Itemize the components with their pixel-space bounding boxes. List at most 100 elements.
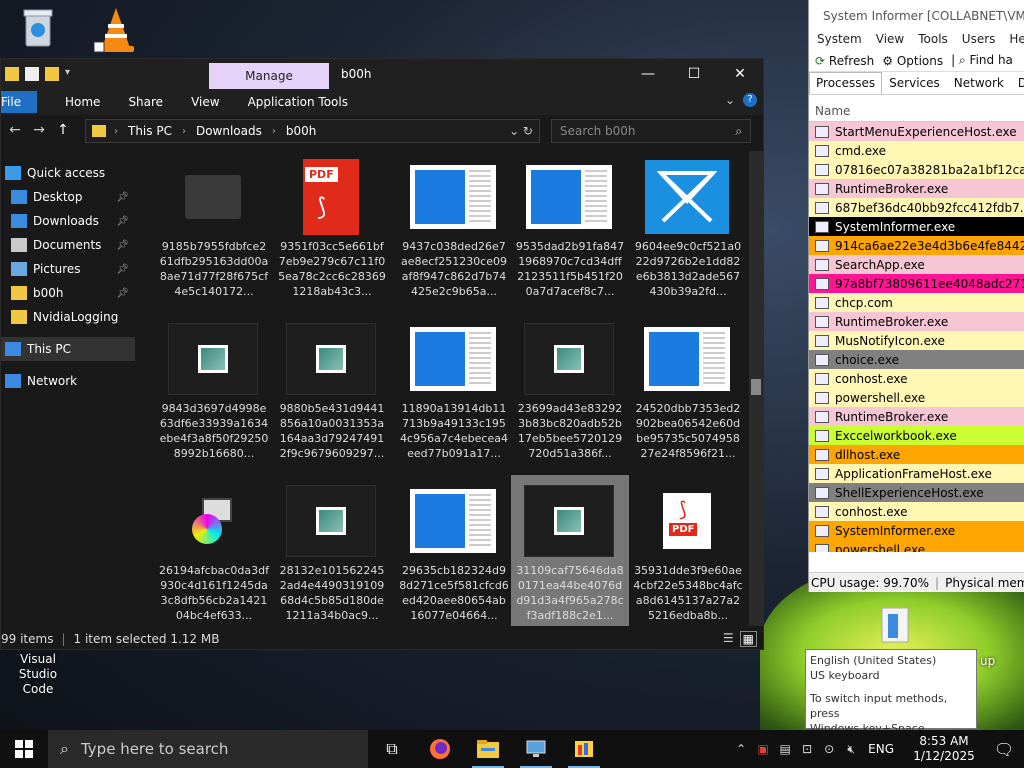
new-folder-icon[interactable] (45, 67, 59, 81)
file-item[interactable]: 28132e1015622452ad4e4490319109 68d4c5b85… (273, 475, 391, 626)
chevron-down-icon[interactable]: ▾ (65, 67, 79, 81)
visual-studio-code-shortcut[interactable]: Visual Studio Code (4, 652, 72, 697)
sidebar-item-downloads[interactable]: Downloads 📌︎ (1, 209, 135, 233)
minimize-button[interactable]: — (625, 59, 671, 89)
maximize-button[interactable]: ☐ (671, 59, 717, 89)
sidebar-item-nvidialogging[interactable]: NvidiaLogging (1, 305, 135, 329)
process-row[interactable]: SearchApp.exe (809, 255, 1024, 274)
menu-tools[interactable]: Tools (918, 32, 948, 50)
tab-services[interactable]: Services (882, 72, 947, 94)
refresh-button[interactable]: ⟳ Refresh (815, 54, 874, 68)
tab-share[interactable]: Share (128, 95, 163, 109)
vertical-scrollbar[interactable] (749, 151, 763, 626)
column-header-name[interactable]: Name (809, 94, 1024, 122)
clipboard-icon[interactable]: ▤ (774, 742, 796, 756)
sidebar-item-network[interactable]: Network (1, 369, 135, 393)
sidebar-item-documents[interactable]: Documents 📌︎ (1, 233, 135, 257)
start-button[interactable] (0, 730, 48, 768)
chevron-up-icon[interactable]: ⌃ (730, 742, 752, 756)
breadcrumb-downloads[interactable]: Downloads (196, 124, 262, 138)
back-arrow-icon[interactable]: ← (3, 122, 27, 138)
file-item[interactable]: 23699ad43e832923b83bc820adb52b17eb5bee57… (511, 313, 629, 471)
file-item[interactable]: 9880b5e431d9441856a10a0031353a164aa3d792… (273, 313, 391, 471)
file-item[interactable]: 31109caf75646da80171ea44be4076dd91d3a4f9… (511, 475, 629, 626)
tab-application-tools[interactable]: Application Tools (248, 95, 348, 109)
file-item[interactable]: 24520dbb7353ed2902bea06542e60dbe95735c50… (629, 313, 747, 471)
tab-view[interactable]: View (191, 95, 219, 109)
taskbar-network-app[interactable] (512, 730, 560, 768)
large-icons-view-icon[interactable]: ▦ (739, 631, 757, 647)
options-button[interactable]: ⚙ Options (882, 54, 943, 68)
properties-icon[interactable] (5, 67, 19, 81)
system-informer-titlebar[interactable]: System Informer [COLLABNET\VM3 (809, 0, 1024, 32)
file-item[interactable]: 26194afcbac0da3df930c4d161f1245da3c8dfb5… (155, 475, 273, 626)
vlc-shortcut-icon[interactable] (92, 6, 140, 56)
search-icon[interactable]: ⌕ (735, 124, 742, 139)
breadcrumb-b00h[interactable]: b00h (286, 124, 317, 138)
find-handles-button[interactable]: | ⌕ Find ha (951, 53, 1013, 68)
process-row[interactable]: 687bef36dc40bb92fcc412fdb7... (809, 198, 1024, 217)
file-item[interactable]: PDF ⟆ 9351f03cc5e661bf7eb9e279c67c11f05ea7… (273, 151, 391, 309)
process-row[interactable]: RuntimeBroker.exe (809, 407, 1024, 426)
sidebar-item-desktop[interactable]: Desktop 📌︎ (1, 185, 135, 209)
process-row[interactable]: SystemInformer.exe (809, 217, 1024, 236)
refresh-icon[interactable]: ⌄ ↻ (509, 124, 533, 138)
search-box[interactable]: Search b00h ⌕ (551, 119, 751, 143)
details-view-icon[interactable]: ☰ (723, 631, 734, 647)
address-bar[interactable]: › This PC › Downloads › b00h ⌄ ↻ (85, 119, 540, 143)
security-warning-icon[interactable]: ▣ (752, 742, 774, 756)
process-row[interactable]: conhost.exe (809, 502, 1024, 521)
sidebar-item-pictures[interactable]: Pictures 📌︎ (1, 257, 135, 281)
close-button[interactable]: ✕ (717, 59, 763, 89)
menu-help[interactable]: Help (1009, 32, 1024, 50)
process-row[interactable]: powershell.exe (809, 388, 1024, 407)
process-row[interactable]: 914ca6ae22e3e4d3b6e4fe8442... (809, 236, 1024, 255)
process-row[interactable]: ApplicationFrameHost.exe (809, 464, 1024, 483)
language-indicator[interactable]: ENG (868, 742, 894, 756)
menu-users[interactable]: Users (962, 32, 996, 50)
process-row[interactable]: StartMenuExperienceHost.exe (809, 122, 1024, 141)
sidebar-item-b00h[interactable]: b00h 📌︎ (1, 281, 135, 305)
taskbar-file-explorer[interactable] (464, 730, 512, 768)
file-item[interactable]: 9437c038ded26e7ae8ecf251230ce09af8f947c8… (395, 151, 513, 309)
search-input[interactable]: Search b00h (560, 124, 636, 138)
sidebar-item-this-pc[interactable]: This PC (1, 337, 135, 361)
process-row[interactable]: ShellExperienceHost.exe (809, 483, 1024, 502)
notifications-icon[interactable]: 🗨︎ (984, 740, 1024, 759)
file-item[interactable]: 9535dad2b91fa8471968970c7cd34dff2123511f… (511, 151, 629, 309)
tab-disk[interactable]: Disk (1011, 72, 1024, 94)
file-item[interactable]: 9604ee9c0cf521a022d9726b2e1dd82e6b3813d2… (629, 151, 747, 309)
breadcrumb-this-pc[interactable]: This PC (128, 124, 172, 138)
tab-processes[interactable]: Processes (809, 72, 883, 94)
process-row[interactable]: cmd.exe (809, 141, 1024, 160)
taskbar-search-input[interactable]: Type here to search (81, 740, 228, 758)
process-row[interactable]: 97a8bf73809611ee4048adc271... (809, 274, 1024, 293)
checklist-icon[interactable] (25, 67, 39, 81)
tab-home[interactable]: Home (65, 95, 100, 109)
file-item[interactable]: 11890a13914db11713b9a49133c1954c956a7c4e… (395, 313, 513, 471)
file-item[interactable]: 9185b7955fdbfce261dfb295163dd00a8ae71d77… (155, 151, 273, 309)
tab-file[interactable]: File (1, 91, 37, 113)
process-row[interactable]: dllhost.exe (809, 445, 1024, 464)
process-row[interactable]: 07816ec07a38281ba2a1bf12ca... (809, 160, 1024, 179)
taskbar-firefox[interactable] (416, 730, 464, 768)
process-row[interactable]: RuntimeBroker.exe (809, 312, 1024, 331)
forward-arrow-icon[interactable]: → (27, 122, 51, 138)
process-row[interactable]: MusNotifyIcon.exe (809, 331, 1024, 350)
menu-view[interactable]: View (876, 32, 904, 50)
speaker-muted-icon[interactable]: 🔇︎ (840, 742, 862, 757)
recycle-bin-icon[interactable] (18, 6, 58, 50)
manage-tab[interactable]: Manage (209, 63, 329, 89)
sidebar-item-quick-access[interactable]: Quick access (1, 161, 135, 185)
menu-system[interactable]: System (817, 32, 862, 50)
file-item[interactable]: PDF ⟆ 35931dde3f9e60ae4cbf22e5348bc4afca8d… (629, 475, 747, 626)
process-row[interactable]: RuntimeBroker.exe (809, 179, 1024, 198)
process-row[interactable]: choice.exe (809, 350, 1024, 369)
expand-ribbon-icon[interactable]: ⌄ (725, 93, 735, 107)
up-arrow-icon[interactable]: ↑ (51, 122, 75, 138)
process-row[interactable]: powershell.exe (809, 540, 1024, 552)
explorer-titlebar[interactable]: ▾ Manage b00h — ☐ ✕ (1, 59, 763, 89)
taskbar-system-informer[interactable] (560, 730, 608, 768)
desktop-folder-shortcut[interactable] (878, 604, 914, 646)
file-item[interactable]: 29635cb182324d98d271ce5f581cfcd6ed420aee… (395, 475, 513, 626)
